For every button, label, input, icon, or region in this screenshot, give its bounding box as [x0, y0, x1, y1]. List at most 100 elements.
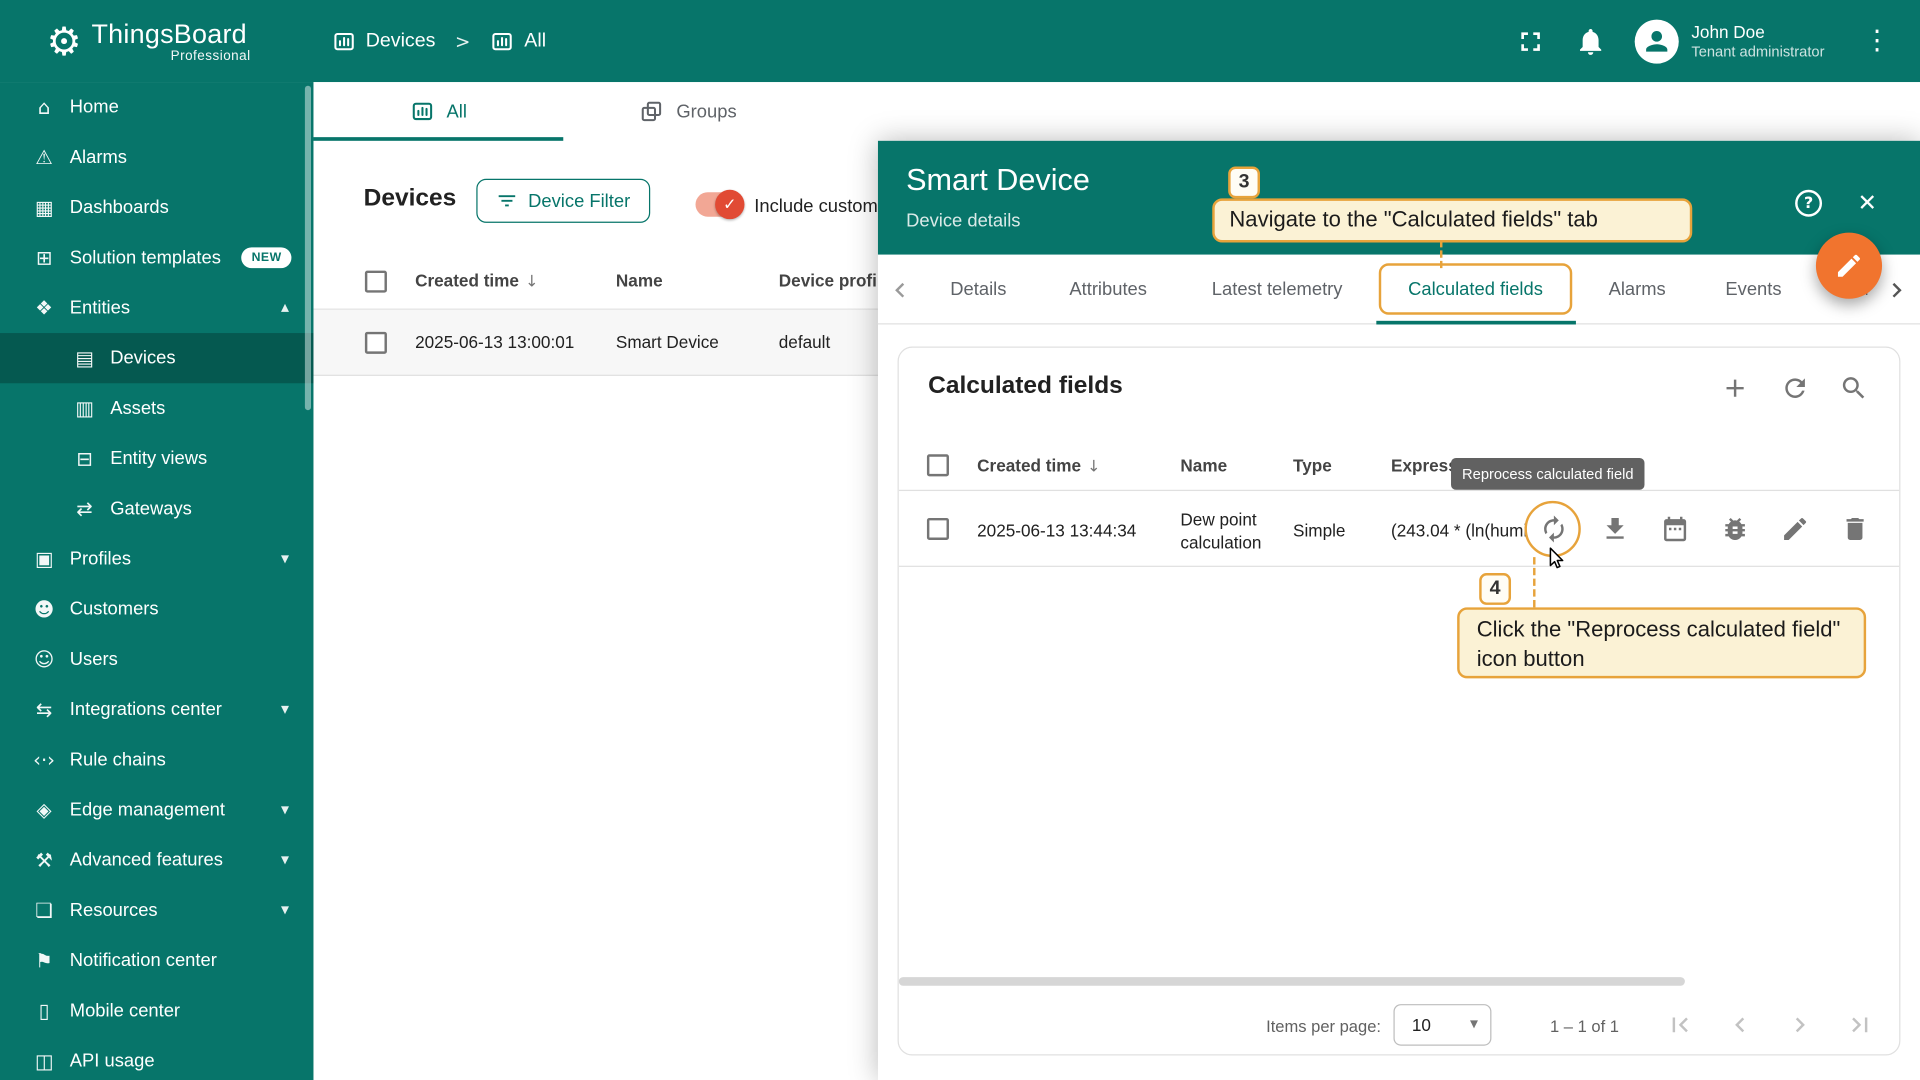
devices-icon: [331, 29, 355, 53]
tabs-scroll-left-icon[interactable]: [885, 276, 914, 305]
tab-attributes[interactable]: Attributes: [1069, 255, 1147, 325]
sidebar-item-entity-views[interactable]: ⊟ Entity views: [0, 433, 313, 483]
items-per-page-select[interactable]: 10 ▾: [1393, 1004, 1492, 1046]
new-badge: NEW: [241, 247, 292, 269]
debug-bug-icon[interactable]: [1720, 514, 1749, 543]
column-device-profile[interactable]: Device profile: [779, 271, 891, 291]
sidebar-item-edge-management[interactable]: ◈ Edge management ▾: [0, 785, 313, 835]
column-created-time[interactable]: Created time ↓: [415, 271, 538, 292]
sidebar-item-dashboards[interactable]: ▦ Dashboards: [0, 182, 313, 232]
horizontal-scrollbar[interactable]: [898, 977, 1685, 986]
events-calendar-icon[interactable]: [1660, 514, 1689, 543]
sidebar-item-solution-templates[interactable]: ⊞ Solution templates NEW: [0, 233, 313, 283]
sidebar-item-gateways[interactable]: ⇄ Gateways: [0, 484, 313, 534]
close-icon[interactable]: ✕: [1858, 190, 1877, 217]
sidebar-item-alarms[interactable]: ⚠ Alarms: [0, 132, 313, 182]
user-role: Tenant administrator: [1691, 42, 1825, 60]
sidebar-scrollbar[interactable]: [304, 85, 312, 411]
sidebar-item-customers[interactable]: ☻ Customers: [0, 584, 313, 634]
sidebar-item-notification-center[interactable]: ⚑ Notification center: [0, 936, 313, 986]
last-page-icon[interactable]: [1845, 1010, 1874, 1039]
select-all-checkbox[interactable]: [364, 270, 387, 293]
tab-details[interactable]: Details: [950, 255, 1006, 325]
chevron-down-icon: ▾: [280, 700, 289, 719]
first-page-icon[interactable]: [1665, 1010, 1694, 1039]
tabs-scroll-right-icon[interactable]: [1882, 276, 1911, 305]
cell-expression: (243.04 * (ln(humi: [1391, 520, 1528, 540]
tab-alarms[interactable]: Alarms: [1609, 255, 1666, 325]
sidebar-label: Notification center: [69, 950, 217, 972]
device-filter-button[interactable]: Device Filter: [476, 178, 651, 223]
sidebar-item-devices[interactable]: ▤ Devices: [0, 333, 314, 384]
sidebar-item-resources[interactable]: ❏ Resources ▾: [0, 885, 313, 935]
add-icon[interactable]: [1720, 373, 1749, 402]
sidebar-item-profiles[interactable]: ▣ Profiles ▾: [0, 534, 313, 584]
chevron-down-icon: ▾: [280, 800, 289, 820]
breadcrumb-all[interactable]: All: [490, 29, 546, 53]
alarms-icon: ⚠: [35, 145, 53, 169]
column-created-time[interactable]: Created time ↓: [977, 456, 1100, 477]
sidebar-item-mobile-center[interactable]: ▯ Mobile center: [0, 986, 313, 1036]
tab-events[interactable]: Events: [1725, 255, 1781, 325]
breadcrumb-devices[interactable]: Devices: [331, 29, 435, 53]
annotation-step3-badge: 3: [1228, 166, 1260, 199]
sidebar-label: Gateways: [110, 498, 192, 520]
edit-fab-button[interactable]: [1815, 232, 1883, 299]
annotation-step3-callout: Navigate to the "Calculated fields" tab: [1212, 198, 1693, 243]
cursor-icon: [1549, 547, 1564, 569]
row-checkbox[interactable]: [364, 331, 387, 354]
sidebar-item-users[interactable]: ☺ Users: [0, 634, 313, 684]
annotation-step4-callout: Click the "Reprocess calculated field" i…: [1457, 607, 1867, 679]
chevron-down-icon: ▾: [280, 901, 289, 920]
sidebar-item-home[interactable]: ⌂ Home: [0, 82, 313, 132]
sidebar-label: Customers: [69, 598, 159, 620]
include-customers-toggle[interactable]: ✓: [695, 189, 745, 220]
column-name[interactable]: Name: [616, 271, 663, 291]
avatar[interactable]: [1635, 18, 1680, 64]
fullscreen-icon[interactable]: [1515, 25, 1547, 57]
sidebar-item-entities[interactable]: ❖ Entities ▴: [0, 283, 313, 333]
sidebar-item-advanced-features[interactable]: ⚒ Advanced features ▾: [0, 835, 313, 885]
sort-desc-icon: ↓: [525, 273, 539, 292]
kebab-menu-icon[interactable]: ⋮: [1864, 26, 1891, 57]
column-type[interactable]: Type: [1293, 456, 1332, 476]
sidebar-item-integrations-center[interactable]: ⇆ Integrations center ▾: [0, 684, 313, 734]
sort-desc-icon: ↓: [1087, 457, 1101, 477]
sidebar-label: Assets: [110, 397, 166, 419]
api-usage-icon: ◫: [34, 1049, 54, 1073]
tab-latest-telemetry[interactable]: Latest telemetry: [1212, 255, 1343, 325]
cell-name: Smart Device: [615, 331, 719, 352]
dashboards-icon: ▦: [34, 195, 54, 220]
devices-icon: [490, 29, 514, 53]
sidebar-label: Alarms: [69, 146, 127, 168]
search-icon[interactable]: [1839, 373, 1868, 402]
sidebar-item-api-usage[interactable]: ◫ API usage: [0, 1036, 313, 1080]
profiles-icon: ▣: [34, 547, 54, 571]
tab-label: All: [446, 101, 467, 122]
next-page-icon[interactable]: [1785, 1010, 1814, 1039]
brand-text: ThingsBoard Professional: [91, 18, 250, 63]
column-name[interactable]: Name: [1180, 456, 1227, 476]
download-icon[interactable]: [1600, 514, 1629, 543]
drawer-title: Smart Device: [906, 162, 1090, 198]
select-all-checkbox[interactable]: [926, 454, 949, 477]
notification-center-icon: ⚑: [35, 948, 53, 973]
help-icon[interactable]: ?: [1795, 189, 1823, 217]
row-checkbox[interactable]: [926, 517, 949, 540]
items-per-page-value: 10: [1411, 1015, 1431, 1035]
edit-pencil-icon[interactable]: [1780, 514, 1809, 543]
refresh-icon[interactable]: [1780, 373, 1809, 402]
tab-label: Groups: [676, 101, 737, 122]
sidebar-item-assets[interactable]: ▥ Assets: [0, 383, 313, 433]
assets-icon: ▥: [75, 396, 94, 420]
tab-all[interactable]: All: [313, 82, 563, 141]
delete-trash-icon[interactable]: [1840, 514, 1869, 543]
sidebar-item-rule-chains[interactable]: ‹·› Rule chains: [0, 735, 313, 785]
reprocess-tooltip: Reprocess calculated field: [1451, 457, 1645, 490]
breadcrumb-separator: >: [455, 30, 471, 53]
tab-groups[interactable]: Groups: [563, 82, 813, 141]
notifications-bell-icon[interactable]: [1575, 25, 1607, 57]
user-info[interactable]: John Doe Tenant administrator: [1691, 20, 1824, 61]
previous-page-icon[interactable]: [1725, 1010, 1754, 1039]
app-logo[interactable]: ⚙ ThingsBoard Professional: [47, 18, 251, 63]
